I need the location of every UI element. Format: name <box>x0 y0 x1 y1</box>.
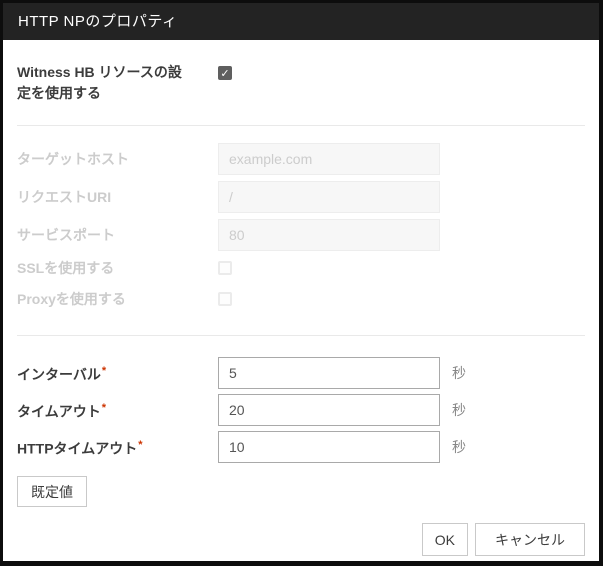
cancel-button[interactable]: キャンセル <box>475 523 585 556</box>
http-timeout-row: HTTPタイムアウト* 秒 <box>17 431 585 463</box>
use-ssl-checkbox <box>218 261 232 275</box>
required-asterisk: * <box>102 402 106 414</box>
divider <box>17 335 585 336</box>
service-port-label: サービスポート <box>17 225 218 246</box>
witness-hb-row: Witness HB リソースの設定を使用する ✓ <box>17 62 585 104</box>
http-timeout-unit-label: 秒 <box>452 437 466 457</box>
timeout-input[interactable] <box>218 394 440 426</box>
request-uri-row: リクエストURI <box>17 181 585 213</box>
required-asterisk: * <box>138 439 142 451</box>
dialog-footer: OK キャンセル <box>17 523 585 556</box>
interval-label: インターバル* <box>17 361 218 386</box>
target-host-input <box>218 143 440 175</box>
timeout-unit-label: 秒 <box>452 400 466 420</box>
checkmark-icon: ✓ <box>220 68 229 80</box>
timeout-row: タイムアウト* 秒 <box>17 394 585 426</box>
timeout-label: タイムアウト* <box>17 398 218 423</box>
witness-hb-label: Witness HB リソースの設定を使用する <box>17 62 218 104</box>
service-port-row: サービスポート <box>17 219 585 251</box>
request-uri-input <box>218 181 440 213</box>
target-host-row: ターゲットホスト <box>17 143 585 175</box>
divider <box>17 125 585 126</box>
http-timeout-label: HTTPタイムアウト* <box>17 435 218 460</box>
witness-hb-checkbox[interactable]: ✓ <box>218 66 232 80</box>
use-proxy-checkbox <box>218 292 232 306</box>
request-uri-label: リクエストURI <box>17 187 218 208</box>
default-values-button[interactable]: 既定値 <box>17 476 87 507</box>
dialog-body: Witness HB リソースの設定を使用する ✓ ターゲットホスト リクエスト… <box>3 62 599 556</box>
required-asterisk: * <box>102 365 106 377</box>
interval-unit-label: 秒 <box>452 363 466 383</box>
target-host-label: ターゲットホスト <box>17 149 218 170</box>
use-ssl-row: SSLを使用する <box>17 260 585 276</box>
ok-button[interactable]: OK <box>422 523 468 556</box>
http-np-properties-dialog: HTTP NPのプロパティ Witness HB リソースの設定を使用する ✓ … <box>0 0 603 566</box>
use-proxy-row: Proxyを使用する <box>17 291 585 307</box>
http-timeout-input[interactable] <box>218 431 440 463</box>
interval-input[interactable] <box>218 357 440 389</box>
use-ssl-label: SSLを使用する <box>17 258 218 279</box>
dialog-title: HTTP NPのプロパティ <box>3 3 599 40</box>
use-proxy-label: Proxyを使用する <box>17 289 218 310</box>
service-port-input <box>218 219 440 251</box>
interval-row: インターバル* 秒 <box>17 357 585 389</box>
